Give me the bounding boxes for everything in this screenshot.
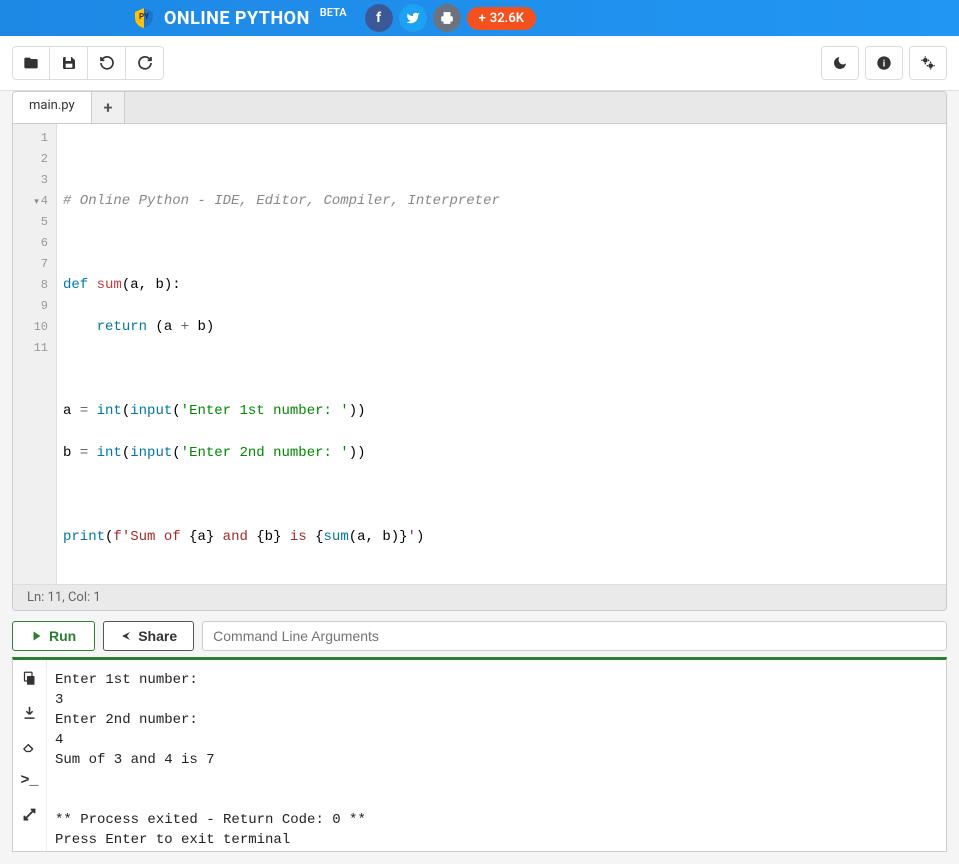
copy-button[interactable] — [20, 668, 40, 688]
terminal-output[interactable]: Enter 1st number: 3 Enter 2nd number: 4 … — [47, 660, 946, 851]
plus-icon: + — [104, 98, 113, 117]
run-button[interactable]: Run — [12, 621, 95, 651]
save-icon — [61, 55, 77, 71]
svg-text:PY: PY — [139, 12, 149, 21]
terminal-prompt-button[interactable]: >_ — [20, 770, 40, 790]
code-editor[interactable]: 1 2 3 ▾4 5 6 7 8 9 10 11 # Online Python… — [13, 124, 946, 584]
logo-icon: PY — [132, 6, 156, 30]
folder-open-icon — [23, 55, 39, 71]
twitter-button[interactable] — [399, 4, 427, 32]
fullscreen-button[interactable] — [20, 804, 40, 824]
clear-button[interactable] — [20, 736, 40, 756]
share-label: Share — [138, 628, 177, 644]
undo-button[interactable] — [88, 46, 126, 80]
beta-badge: BETA — [320, 6, 347, 19]
prompt-icon: >_ — [20, 772, 38, 789]
twitter-icon — [406, 11, 420, 25]
run-label: Run — [49, 628, 76, 644]
info-icon: i — [876, 55, 892, 71]
open-button[interactable] — [12, 46, 50, 80]
terminal: >_ Enter 1st number: 3 Enter 2nd number:… — [12, 657, 947, 852]
share-icon — [120, 630, 132, 642]
terminal-sidebar: >_ — [13, 660, 47, 851]
toolbar: i — [0, 36, 959, 91]
settings-icon — [919, 55, 937, 71]
redo-icon — [137, 55, 153, 71]
code-area[interactable]: # Online Python - IDE, Editor, Compiler,… — [57, 124, 946, 584]
run-bar: Run Share — [12, 621, 947, 651]
info-button[interactable]: i — [865, 46, 903, 80]
settings-button[interactable] — [909, 46, 947, 80]
line-gutter: 1 2 3 ▾4 5 6 7 8 9 10 11 — [13, 124, 57, 584]
moon-icon — [832, 55, 848, 71]
save-button[interactable] — [50, 46, 88, 80]
fold-icon[interactable]: ▾ — [34, 197, 39, 207]
facebook-icon: f — [376, 10, 381, 26]
eraser-icon — [22, 739, 37, 754]
tab-main[interactable]: main.py — [13, 92, 92, 123]
share-count-value: 32.6K — [490, 11, 524, 26]
expand-icon — [22, 807, 37, 822]
editor-container: main.py + 1 2 3 ▾4 5 6 7 8 9 10 11 # Onl… — [12, 91, 947, 611]
share-button[interactable]: Share — [103, 621, 194, 651]
facebook-button[interactable]: f — [365, 4, 393, 32]
undo-icon — [99, 55, 115, 71]
print-icon — [440, 11, 454, 25]
top-header: PY ONLINE PYTHON BETA f + 32.6K — [0, 0, 959, 36]
play-icon — [31, 630, 43, 642]
plus-icon: + — [479, 11, 486, 26]
dark-mode-button[interactable] — [821, 46, 859, 80]
print-button[interactable] — [433, 4, 461, 32]
download-icon — [22, 705, 37, 720]
share-count-button[interactable]: + 32.6K — [467, 7, 536, 30]
cli-args-input[interactable] — [202, 621, 947, 651]
brand-title: ONLINE PYTHON — [164, 8, 310, 29]
tab-bar: main.py + — [13, 92, 946, 124]
copy-icon — [22, 671, 37, 686]
tab-add-button[interactable]: + — [92, 92, 126, 123]
svg-text:i: i — [883, 58, 885, 69]
download-button[interactable] — [20, 702, 40, 722]
redo-button[interactable] — [126, 46, 164, 80]
